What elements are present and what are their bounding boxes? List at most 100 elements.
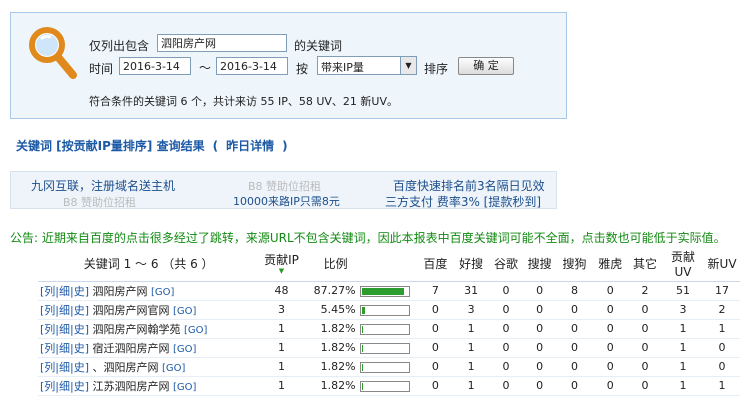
go-link[interactable]: [GO] xyxy=(151,287,174,298)
col-newuv[interactable]: 新UV xyxy=(704,246,740,282)
sogou-cell: 0 xyxy=(556,357,593,377)
col-sogou[interactable]: 搜狗 xyxy=(556,246,593,282)
row-links[interactable]: [列|细|史] xyxy=(40,323,89,336)
only-label: 仅列出包含 xyxy=(89,39,150,53)
ad-link-2[interactable]: B8 赞助位招租 xyxy=(248,178,321,194)
google-cell: 0 xyxy=(489,319,523,339)
row-links[interactable]: [列|细|史] xyxy=(40,304,89,317)
sogou-cell: 0 xyxy=(556,376,593,396)
google-cell: 0 xyxy=(489,357,523,377)
other-cell: 0 xyxy=(628,338,662,358)
open-paren: ( xyxy=(212,139,219,153)
go-link[interactable]: [GO] xyxy=(184,325,207,336)
row-links[interactable]: [列|细|史] xyxy=(40,361,89,374)
sogou-cell: 0 xyxy=(556,338,593,358)
keyword-text: 泗阳房产网翰学苑 xyxy=(92,322,181,336)
confirm-button[interactable]: 确 定 xyxy=(458,57,514,75)
result-title: 关键词 [按贡献IP量排序] 查询结果 xyxy=(16,139,205,153)
uv-cell: 1 xyxy=(661,376,705,396)
keyword-text: 宿迁泗阳房产网 xyxy=(92,341,170,355)
haosou-cell: 1 xyxy=(453,376,490,396)
keyword-cell: [列|细|史] 泗阳房产网翰学苑 [GO] xyxy=(38,319,260,339)
go-link[interactable]: [GO] xyxy=(173,344,196,355)
col-yahoo[interactable]: 雅虎 xyxy=(592,246,629,282)
ratio-cell: 1.82% xyxy=(303,357,418,377)
col-haosou[interactable]: 好搜 xyxy=(453,246,490,282)
ratio-percent: 87.27% xyxy=(313,284,356,297)
yesterday-detail-link[interactable]: 昨日详情 xyxy=(226,139,274,153)
keyword-text: 、泗阳房产网 xyxy=(92,360,159,374)
ratio-bar xyxy=(359,342,410,354)
sort-arrow-icon: ▼ xyxy=(278,267,285,276)
table-row: [列|细|史] 泗阳房产网官网 [GO] 3 5.45% 0 3 0 0 0 0 0 3 2 xyxy=(38,300,740,320)
keyword-suffix-label: 的关键词 xyxy=(294,39,343,53)
google-cell: 0 xyxy=(489,300,523,320)
ratio-percent: 1.82% xyxy=(320,322,356,335)
table-row: [列|细|史] 泗阳房产网翰学苑 [GO] 1 1.82% 0 1 0 0 0 0 0 1 1 xyxy=(38,319,740,339)
ratio-bar xyxy=(359,285,410,297)
ratio-cell: 5.45% xyxy=(303,300,418,320)
ad-link-3[interactable]: 百度快速排名前3名隔日见效 xyxy=(393,177,545,194)
other-cell: 0 xyxy=(628,319,662,339)
soso-cell: 0 xyxy=(522,376,557,396)
ratio-bar xyxy=(359,380,410,392)
sogou-cell: 0 xyxy=(556,319,593,339)
uv-cell: 1 xyxy=(661,338,705,358)
google-cell: 0 xyxy=(489,281,523,301)
by-label: 按 xyxy=(296,62,309,76)
newuv-cell: 1 xyxy=(704,376,740,396)
keyword-cell: [列|细|史] 江苏泗阳房产网 [GO] xyxy=(38,376,260,396)
uv-cell: 1 xyxy=(661,357,705,377)
sort-select-value: 带来IP量 xyxy=(321,61,364,74)
keyword-cell: [列|细|史] 宿迁泗阳房产网 [GO] xyxy=(38,338,260,358)
ratio-bar xyxy=(359,361,410,373)
yahoo-cell: 0 xyxy=(592,357,629,377)
go-link[interactable]: [GO] xyxy=(173,382,196,393)
sort-label: 排序 xyxy=(424,62,449,76)
chevron-down-icon[interactable]: ▼ xyxy=(400,57,416,74)
col-soso[interactable]: 搜搜 xyxy=(522,246,557,282)
ad-link-6[interactable]: 三方支付 费率3% [提款秒到] xyxy=(385,193,541,210)
go-link[interactable]: [GO] xyxy=(162,363,185,374)
soso-cell: 0 xyxy=(522,338,557,358)
date-to-input[interactable] xyxy=(216,57,288,75)
col-baidu[interactable]: 百度 xyxy=(417,246,454,282)
col-uv[interactable]: 贡献UV xyxy=(661,246,705,282)
date-from-input[interactable] xyxy=(119,57,191,75)
col-other[interactable]: 其它 xyxy=(628,246,662,282)
table-row: [列|细|史] 江苏泗阳房产网 [GO] 1 1.82% 0 1 0 0 0 0 0 1 1 xyxy=(38,376,740,396)
ratio-bar xyxy=(359,304,410,316)
ratio-cell: 1.82% xyxy=(303,319,418,339)
baidu-cell: 0 xyxy=(417,319,454,339)
date-separator: ～ xyxy=(199,61,212,75)
ip-cell: 1 xyxy=(259,357,304,377)
keyword-cell: [列|细|史] 泗阳房产网 [GO] xyxy=(38,281,260,301)
ratio-bar-fill xyxy=(361,363,363,371)
sogou-cell: 8 xyxy=(556,281,593,301)
ad-link-1[interactable]: 九冈互联，注册域名送主机 xyxy=(31,177,175,194)
newuv-cell: 17 xyxy=(704,281,740,301)
sort-select[interactable]: 带来IP量 ▼ xyxy=(317,56,417,75)
table-header-row: 关键词 1 ～ 6 （共 6 ） 贡献IP ▼ 比例 百度 好搜 谷歌 搜搜 搜狗… xyxy=(38,246,740,282)
ad-banner: 九冈互联，注册域名送主机 B8 赞助位招租 百度快速排名前3名隔日见效 B8 赞… xyxy=(10,171,557,209)
newuv-cell: 0 xyxy=(704,357,740,377)
go-link[interactable]: [GO] xyxy=(173,306,196,317)
row-links[interactable]: [列|细|史] xyxy=(40,380,89,393)
uv-cell: 51 xyxy=(661,281,705,301)
col-ip[interactable]: 贡献IP ▼ xyxy=(259,246,304,282)
ratio-cell: 87.27% xyxy=(303,281,418,301)
haosou-cell: 31 xyxy=(453,281,490,301)
keyword-text: 泗阳房产网官网 xyxy=(92,303,170,317)
row-links[interactable]: [列|细|史] xyxy=(40,285,89,298)
haosou-cell: 1 xyxy=(453,338,490,358)
ad-link-5[interactable]: 10000来路IP只需8元 xyxy=(233,193,340,209)
table-row: [列|细|史] 、泗阳房产网 [GO] 1 1.82% 0 1 0 0 0 0 0 1 0 xyxy=(38,357,740,377)
row-links[interactable]: [列|细|史] xyxy=(40,342,89,355)
keyword-filter-input[interactable] xyxy=(157,34,287,52)
newuv-cell: 2 xyxy=(704,300,740,320)
soso-cell: 0 xyxy=(522,300,557,320)
col-google[interactable]: 谷歌 xyxy=(489,246,523,282)
ratio-bar-fill xyxy=(361,325,363,333)
ad-link-4[interactable]: B8 赞助位招租 xyxy=(63,194,136,210)
newuv-cell: 1 xyxy=(704,319,740,339)
